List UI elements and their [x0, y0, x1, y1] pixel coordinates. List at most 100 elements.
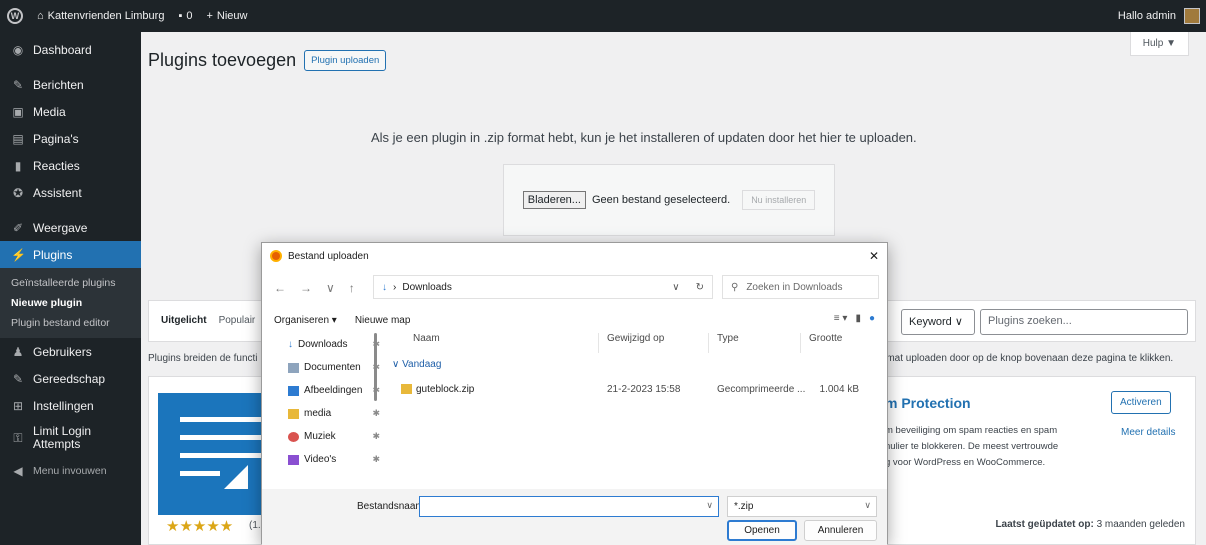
plugin-title[interactable]: m Protection [885, 395, 971, 411]
nav-item-afbeeldingen[interactable]: Afbeeldingen✱ [272, 379, 384, 402]
up-arrow-icon[interactable]: ↑ [349, 281, 355, 295]
recent-chevron-icon[interactable]: ∨ [326, 281, 335, 295]
no-file-text: Geen bestand geselecteerd. [591, 194, 731, 206]
wordpress-logo[interactable]: W [0, 0, 30, 32]
cancel-button[interactable]: Annuleren [804, 520, 877, 541]
site-name-link[interactable]: ⌂ Kattenvrienden Limburg [30, 0, 171, 32]
firefox-icon [270, 250, 282, 262]
new-content-link[interactable]: + Nieuw [199, 0, 254, 32]
column-size[interactable]: Grootte [801, 333, 871, 353]
view-mode-icon[interactable]: ≡ ▾ [834, 313, 848, 324]
chevron-down-icon[interactable]: ∨ [706, 500, 713, 511]
back-arrow-icon[interactable]: ← [274, 281, 286, 295]
nav-item-videos[interactable]: Video's ✱ [272, 448, 384, 471]
nav-item-media[interactable]: media ✱ [272, 402, 384, 425]
download-icon: ↓ [288, 339, 293, 350]
breadcrumb-separator-icon: › [393, 281, 397, 293]
column-type[interactable]: Type [709, 333, 801, 353]
nav-item-muziek[interactable]: Muziek ✱ [272, 425, 384, 448]
admin-sidebar: ◉ Dashboard ✎ Berichten ▣ Media ▤ Pagina's ▮… [0, 32, 141, 545]
document-icon [288, 362, 299, 373]
search-icon: ⚲ [731, 281, 739, 293]
new-folder-button[interactable]: Nieuwe map [355, 315, 411, 326]
folder-search-placeholder: Zoeken in Downloads [746, 281, 843, 293]
file-modified: 21-2-2023 15:58 [607, 383, 681, 395]
comments-link[interactable]: ▪ 0 [171, 0, 199, 32]
page-title: Plugins toevoegen [148, 50, 297, 70]
media-icon: ▣ [12, 104, 24, 119]
plugin-description: m beveiliging om spam reacties en spam n… [885, 425, 1059, 468]
refresh-icon[interactable]: ↻ [696, 282, 704, 293]
menu-dashboard[interactable]: ◉ Dashboard [0, 36, 141, 63]
more-details-link[interactable]: Meer details [1121, 427, 1175, 438]
account-menu[interactable]: Hallo admin [1111, 0, 1206, 32]
filetype-value: *.zip [734, 501, 754, 512]
group-today[interactable]: ∨ Vandaag [392, 359, 441, 370]
dialog-title: Bestand uploaden [288, 250, 369, 262]
menu-reacties[interactable]: ▮ Reacties [0, 152, 141, 179]
folder-icon [288, 408, 299, 419]
column-name[interactable]: Naam [387, 333, 599, 353]
menu-berichten[interactable]: ✎ Berichten [0, 71, 141, 98]
browse-button[interactable]: Bladeren... [522, 191, 586, 209]
help-tab[interactable]: Hulp ▼ [1129, 32, 1189, 56]
menu-assistent[interactable]: ✪ Assistent [0, 179, 141, 206]
menu-instellingen[interactable]: ⊞ Instellingen [0, 392, 141, 419]
menu-collapse[interactable]: ◀ Menu invouwen [0, 457, 141, 484]
nav-item-downloads[interactable]: ↓Downloads✱ [272, 333, 384, 356]
zip-folder-icon [401, 384, 412, 394]
chevron-down-icon: ∨ [392, 359, 400, 370]
preview-pane-icon[interactable]: ▮ [855, 313, 861, 324]
close-icon[interactable]: ✕ [869, 249, 879, 263]
address-bar[interactable]: ↓ › Downloads ∨ ↻ [373, 275, 713, 299]
navigation-scrollbar[interactable] [374, 333, 377, 401]
filetype-select[interactable]: *.zip ∨ [727, 496, 877, 517]
page-icon: ▤ [12, 131, 24, 146]
menu-weergave[interactable]: ✐ Weergave [0, 214, 141, 241]
file-name: guteblock.zip [416, 383, 475, 395]
open-button[interactable]: Openen [727, 520, 797, 541]
view-options: ≡ ▾ ▮ ● [834, 313, 875, 324]
organize-button[interactable]: Organiseren ▾ [274, 315, 337, 326]
dialog-navigation: ← → ∨ ↑ ↓ › Downloads ∨ ↻ ⚲ Zoeken in Do… [262, 273, 887, 303]
file-type: Gecomprimeerde ... [717, 383, 806, 395]
search-type-select[interactable]: Keyword ∨ [901, 309, 975, 335]
tab-popular[interactable]: Populair [219, 315, 256, 326]
filename-input[interactable]: ∨ [419, 496, 719, 517]
file-size: 1.004 kB [819, 383, 859, 395]
plugins-submenu: Geïnstalleerde plugins Nieuwe plugin Plu… [0, 268, 141, 338]
menu-media[interactable]: ▣ Media [0, 98, 141, 125]
menu-plugins[interactable]: ⚡ Plugins [0, 241, 141, 268]
download-icon: ↓ [382, 281, 387, 293]
forward-arrow-icon[interactable]: → [300, 281, 312, 295]
menu-paginas[interactable]: ▤ Pagina's [0, 125, 141, 152]
tab-featured[interactable]: Uitgelicht [161, 315, 207, 326]
pin-icon: ✎ [12, 77, 24, 92]
address-path: Downloads [402, 281, 452, 293]
wrench-icon: ✎ [12, 371, 24, 386]
comment-icon: ▮ [14, 158, 22, 173]
menu-limit-login[interactable]: ⚿ Limit Login Attempts [0, 419, 141, 457]
chevron-down-icon[interactable]: ∨ [672, 282, 679, 293]
menu-gereedschap[interactable]: ✎ Gereedschap [0, 365, 141, 392]
rating-count: (1. [249, 520, 261, 531]
folder-search-input[interactable]: ⚲ Zoeken in Downloads [722, 275, 879, 299]
settings-icon: ⊞ [12, 398, 24, 413]
upload-plugin-button[interactable]: Plugin uploaden [304, 50, 387, 71]
menu-gebruikers[interactable]: ♟ Gebruikers [0, 338, 141, 365]
submenu-new-plugin[interactable]: Nieuwe plugin [0, 293, 141, 313]
help-icon[interactable]: ● [869, 313, 875, 324]
file-row[interactable]: guteblock.zip 21-2-2023 15:58 Gecomprime… [397, 380, 877, 398]
filename-label: Bestandsnaam: [357, 501, 427, 512]
intro-text-right: rmat uploaden door op de knop bovenaan d… [883, 353, 1174, 364]
intro-text-left: Plugins breiden de functi [148, 353, 258, 364]
submenu-installed-plugins[interactable]: Geïnstalleerde plugins [0, 273, 141, 293]
install-now-button[interactable]: Nu installeren [742, 190, 816, 210]
pin-icon: ✱ [372, 454, 380, 464]
activate-button[interactable]: Activeren [1111, 391, 1171, 414]
nav-item-documenten[interactable]: Documenten✱ [272, 356, 384, 379]
plugin-search-input[interactable]: Plugins zoeken... [980, 309, 1188, 335]
submenu-plugin-editor[interactable]: Plugin bestand editor [0, 313, 141, 333]
dialog-titlebar: Bestand uploaden [262, 243, 887, 269]
column-modified[interactable]: Gewijzigd op [599, 333, 709, 353]
